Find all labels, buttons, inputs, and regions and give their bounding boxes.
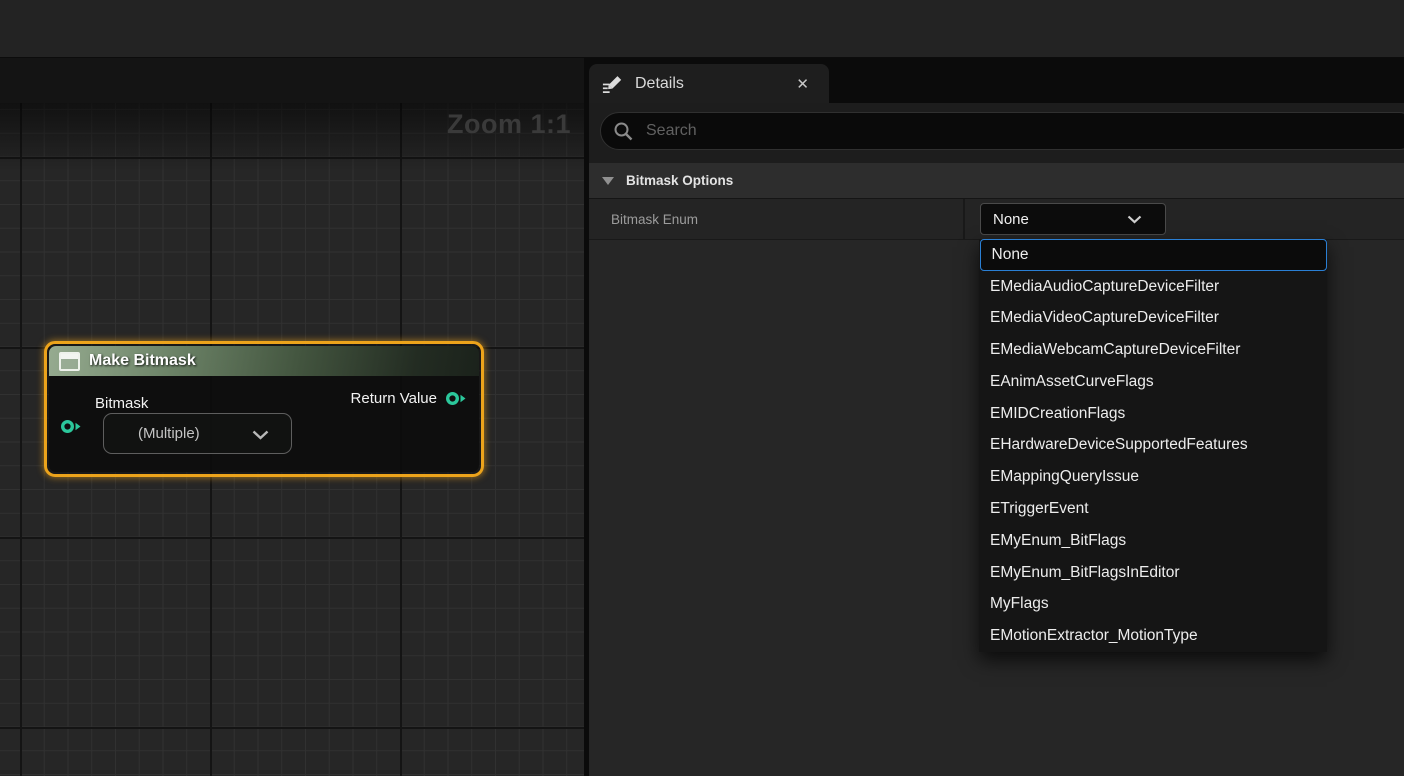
dropdown-option[interactable]: MyFlags xyxy=(979,588,1327,620)
search-placeholder: Search xyxy=(646,122,697,140)
make-bitmask-node-selection[interactable]: Make Bitmask Bitmask (Multiple) xyxy=(44,341,484,477)
details-tab-well: Details ✕ xyxy=(589,58,1404,103)
zoom-indicator: Zoom 1:1 xyxy=(447,109,571,140)
dropdown-option[interactable]: EAnimAssetCurveFlags xyxy=(979,366,1327,398)
property-label: Bitmask Enum xyxy=(611,212,698,227)
dropdown-option[interactable]: EMediaWebcamCaptureDeviceFilter xyxy=(979,334,1327,366)
column-divider[interactable] xyxy=(963,199,965,239)
graph-viewport[interactable]: Zoom 1:1 Make Bitmask Bitmask xyxy=(0,103,584,776)
search-row: Search xyxy=(589,103,1404,163)
make-bitmask-node[interactable]: Make Bitmask Bitmask (Multiple) xyxy=(49,346,479,472)
dropdown-option[interactable]: EMediaVideoCaptureDeviceFilter xyxy=(979,303,1327,335)
bitmask-value-label: (Multiple) xyxy=(138,425,200,442)
dropdown-option[interactable]: EMotionExtractor_MotionType xyxy=(979,620,1327,652)
chevron-down-icon xyxy=(1127,215,1142,224)
search-input[interactable]: Search xyxy=(600,112,1404,150)
node-header[interactable]: Make Bitmask xyxy=(49,346,479,376)
combobox-value: None xyxy=(993,211,1029,228)
dropdown-option[interactable]: EMediaAudioCaptureDeviceFilter xyxy=(979,271,1327,303)
dropdown-option[interactable]: EHardwareDeviceSupportedFeatures xyxy=(979,430,1327,462)
dropdown-option[interactable]: ETriggerEvent xyxy=(979,493,1327,525)
enum-dropdown-list: None EMediaAudioCaptureDeviceFilter EMed… xyxy=(979,239,1327,652)
dropdown-option[interactable]: EMyEnum_BitFlagsInEditor xyxy=(979,557,1327,589)
top-toolbar xyxy=(0,0,1404,58)
make-struct-icon xyxy=(59,352,80,371)
search-icon xyxy=(613,121,634,142)
graph-tab-well xyxy=(0,58,584,103)
bitmask-value-dropdown[interactable]: (Multiple) xyxy=(103,413,292,454)
return-value-pin-group: Return Value xyxy=(351,390,467,407)
category-bitmask-options[interactable]: Bitmask Options xyxy=(589,163,1404,199)
bitmask-input-pin-icon[interactable] xyxy=(60,419,82,434)
blueprint-graph-panel: Zoom 1:1 Make Bitmask Bitmask xyxy=(0,58,584,776)
details-tab-title: Details xyxy=(635,75,684,93)
property-row-bitmask-enum: Bitmask Enum None xyxy=(589,199,1404,240)
return-value-label: Return Value xyxy=(351,390,437,407)
close-icon[interactable]: ✕ xyxy=(796,75,809,93)
bitmask-pin-label: Bitmask xyxy=(95,395,148,412)
dropdown-option[interactable]: EMIDCreationFlags xyxy=(979,398,1327,430)
details-icon xyxy=(601,72,624,95)
chevron-down-icon xyxy=(252,430,269,440)
details-tab[interactable]: Details ✕ xyxy=(589,64,829,103)
category-label: Bitmask Options xyxy=(626,173,733,188)
dropdown-option[interactable]: EMappingQueryIssue xyxy=(979,461,1327,493)
caret-down-icon[interactable] xyxy=(602,177,614,185)
node-body: Bitmask (Multiple) xyxy=(49,376,479,472)
details-panel: Details ✕ Search Bitmask Options Bitmask… xyxy=(589,58,1404,776)
dropdown-option[interactable]: EMyEnum_BitFlags xyxy=(979,525,1327,557)
node-title: Make Bitmask xyxy=(89,352,196,370)
dropdown-option[interactable]: None xyxy=(980,239,1327,271)
return-value-output-pin-icon[interactable] xyxy=(445,391,467,406)
